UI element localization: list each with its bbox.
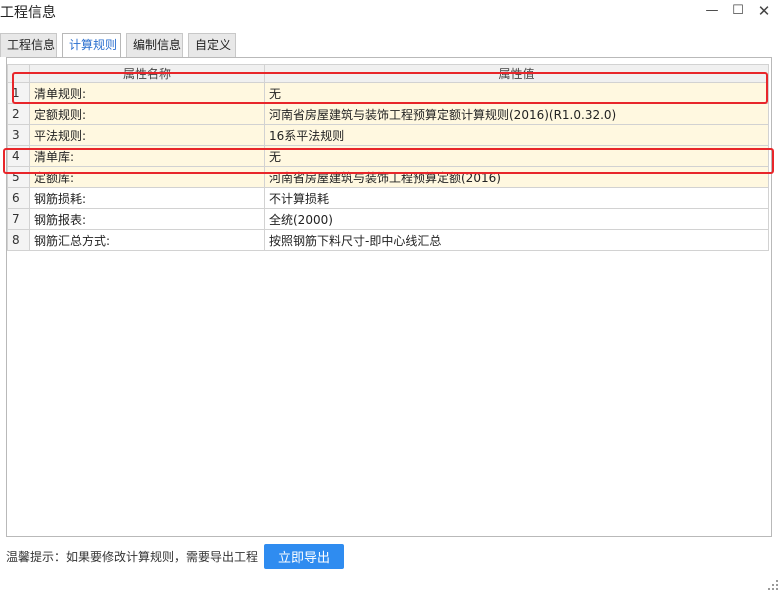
row-number: 5	[7, 166, 30, 188]
property-value[interactable]: 无	[264, 82, 769, 104]
row-number: 6	[7, 187, 30, 209]
header-property-value: 属性值	[264, 64, 769, 83]
property-value[interactable]: 不计算损耗	[264, 187, 769, 209]
tab-calc-rules[interactable]: 计算规则	[62, 33, 121, 58]
footer-tip: 温馨提示：如果要修改计算规则，需要导出工程	[6, 550, 259, 564]
close-icon[interactable]: ✕	[752, 1, 776, 21]
minimize-icon[interactable]: —	[700, 1, 724, 21]
export-now-button[interactable]: 立即导出	[264, 544, 344, 569]
tab-bar: 工程信息 计算规则 编制信息 自定义	[0, 33, 780, 58]
property-value[interactable]: 按照钢筋下料尺寸-即中心线汇总	[264, 229, 769, 251]
table-row[interactable]: 4 清单库: 无	[7, 145, 769, 167]
rules-panel: 属性名称 属性值 1 清单规则: 无 2 定额规则: 河南省房屋建筑与装饰工程预…	[6, 57, 772, 537]
table-row[interactable]: 2 定额规则: 河南省房屋建筑与装饰工程预算定额计算规则(2016)(R1.0.…	[7, 103, 769, 125]
property-name: 定额规则:	[29, 103, 265, 125]
property-name: 钢筋损耗:	[29, 187, 265, 209]
maximize-icon[interactable]: ☐	[726, 1, 750, 21]
row-number: 7	[7, 208, 30, 230]
table-row[interactable]: 5 定额库: 河南省房屋建筑与装饰工程预算定额(2016)	[7, 166, 769, 188]
property-name: 平法规则:	[29, 124, 265, 146]
tab-compile-info[interactable]: 编制信息	[126, 33, 183, 57]
property-name: 钢筋汇总方式:	[29, 229, 265, 251]
property-value[interactable]: 16系平法规则	[264, 124, 769, 146]
table-row[interactable]: 6 钢筋损耗: 不计算损耗	[7, 187, 769, 209]
property-name: 定额库:	[29, 166, 265, 188]
header-property-name: 属性名称	[29, 64, 265, 83]
property-value[interactable]: 河南省房屋建筑与装饰工程预算定额(2016)	[264, 166, 769, 188]
row-number: 3	[7, 124, 30, 146]
row-number: 8	[7, 229, 30, 251]
rules-table: 属性名称 属性值 1 清单规则: 无 2 定额规则: 河南省房屋建筑与装饰工程预…	[7, 64, 769, 251]
table-row[interactable]: 8 钢筋汇总方式: 按照钢筋下料尺寸-即中心线汇总	[7, 229, 769, 251]
title-bar: 工程信息 — ☐ ✕	[0, 0, 780, 24]
tab-custom[interactable]: 自定义	[188, 33, 236, 57]
table-row[interactable]: 3 平法规则: 16系平法规则	[7, 124, 769, 146]
row-number: 4	[7, 145, 30, 167]
property-name: 钢筋报表:	[29, 208, 265, 230]
table-row[interactable]: 1 清单规则: 无	[7, 82, 769, 104]
property-value[interactable]: 全统(2000)	[264, 208, 769, 230]
row-number: 1	[7, 82, 30, 104]
resize-grip-icon[interactable]	[766, 578, 778, 590]
table-row[interactable]: 7 钢筋报表: 全统(2000)	[7, 208, 769, 230]
property-name: 清单规则:	[29, 82, 265, 104]
row-number: 2	[7, 103, 30, 125]
property-name: 清单库:	[29, 145, 265, 167]
tab-project-info[interactable]: 工程信息	[0, 33, 57, 57]
property-value[interactable]: 河南省房屋建筑与装饰工程预算定额计算规则(2016)(R1.0.32.0)	[264, 103, 769, 125]
property-value[interactable]: 无	[264, 145, 769, 167]
window-title: 工程信息	[0, 5, 56, 21]
corner-header	[7, 64, 30, 83]
table-header-row: 属性名称 属性值	[7, 64, 769, 83]
